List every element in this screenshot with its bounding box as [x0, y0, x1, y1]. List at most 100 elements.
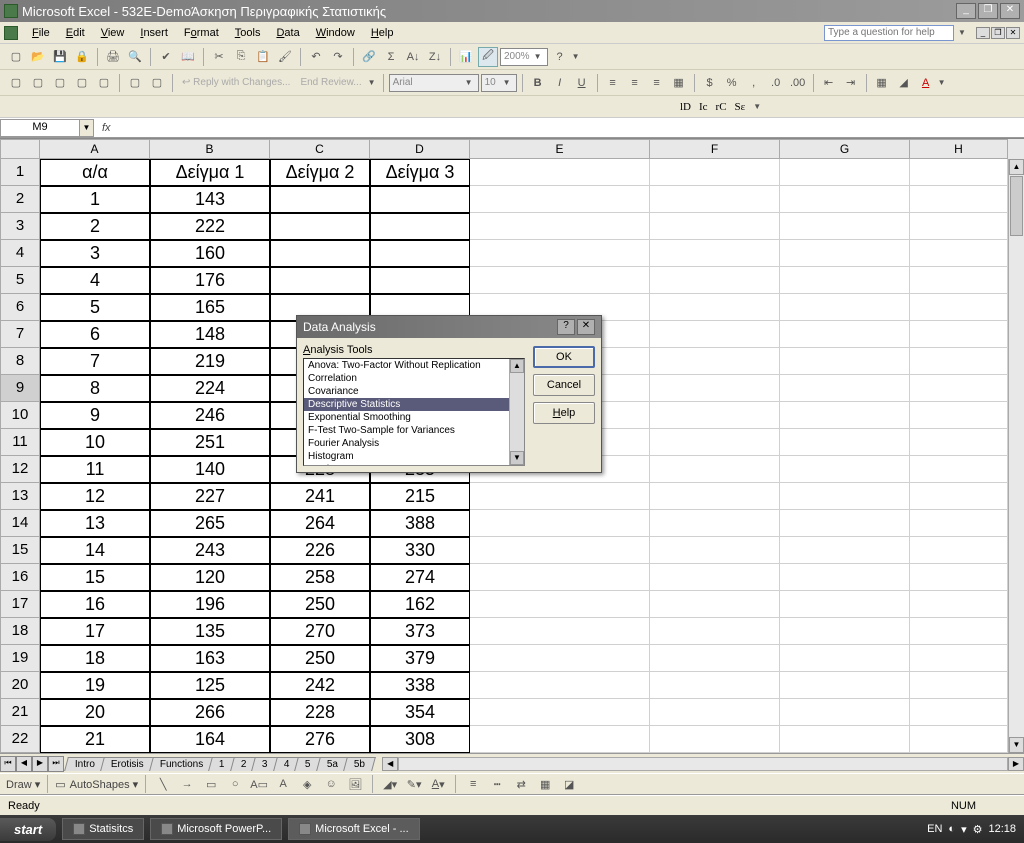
cell[interactable] [650, 591, 780, 618]
shadow-button[interactable]: ▦ [535, 774, 555, 794]
column-header-E[interactable]: E [470, 139, 650, 159]
column-header-F[interactable]: F [650, 139, 780, 159]
tab-last-button[interactable]: ⏭ [48, 756, 64, 772]
cell[interactable]: 330 [370, 537, 470, 564]
end-review-button[interactable]: End Review... [300, 77, 361, 88]
column-header-A[interactable]: A [40, 139, 150, 159]
analysis-tool-item[interactable]: Exponential Smoothing [304, 411, 524, 424]
cell[interactable] [470, 672, 650, 699]
cell[interactable] [910, 159, 1008, 186]
cell[interactable]: 125 [150, 672, 270, 699]
list-scroll-down[interactable]: ▼ [510, 451, 524, 465]
cell[interactable]: 276 [270, 726, 370, 753]
row-header[interactable]: 22 [0, 726, 40, 753]
cell[interactable] [370, 213, 470, 240]
cell[interactable] [470, 159, 650, 186]
cell[interactable]: 1 [40, 186, 150, 213]
cell[interactable] [780, 699, 910, 726]
doc-close-button[interactable]: ✕ [1006, 27, 1020, 39]
row-header[interactable]: 9 [0, 375, 40, 402]
minimize-button[interactable]: _ [956, 3, 976, 19]
cell[interactable]: 140 [150, 456, 270, 483]
cell[interactable] [910, 456, 1008, 483]
cell[interactable] [270, 267, 370, 294]
cell[interactable] [650, 456, 780, 483]
cell[interactable] [650, 645, 780, 672]
font-color-draw-button[interactable]: A▾ [428, 774, 448, 794]
cell[interactable]: 266 [150, 699, 270, 726]
tb3-ic[interactable]: Ic [699, 101, 708, 113]
cell[interactable] [910, 240, 1008, 267]
horizontal-scrollbar[interactable]: ◀ ▶ [382, 757, 1024, 771]
maximize-button[interactable]: ❐ [978, 3, 998, 19]
row-header[interactable]: 7 [0, 321, 40, 348]
cell[interactable] [780, 618, 910, 645]
toolbar-options-icon[interactable]: ▼ [572, 52, 582, 61]
cell[interactable] [270, 186, 370, 213]
3d-button[interactable]: ◪ [559, 774, 579, 794]
column-header-B[interactable]: B [150, 139, 270, 159]
tray-icon-3[interactable]: ⚙ [973, 823, 983, 836]
menu-format[interactable]: Format [176, 25, 227, 41]
open-button[interactable]: 📂 [28, 47, 48, 67]
reply-changes-button[interactable]: ↩ Reply with Changes... [182, 77, 290, 88]
cell[interactable] [910, 591, 1008, 618]
dialog-help-button[interactable]: ? [557, 319, 575, 335]
help-dropdown-icon[interactable]: ▼ [958, 28, 968, 37]
drawing-button[interactable]: 🖉 [478, 47, 498, 67]
tab-next-button[interactable]: ▶ [32, 756, 48, 772]
currency-button[interactable]: $ [700, 73, 720, 93]
row-header[interactable]: 1 [0, 159, 40, 186]
menu-view[interactable]: View [93, 25, 133, 41]
taskbar-item[interactable]: Statisitcs [62, 818, 144, 840]
cell[interactable] [470, 240, 650, 267]
name-box-dropdown[interactable]: ▼ [80, 119, 94, 137]
analysis-tool-item[interactable]: Fourier Analysis [304, 437, 524, 450]
redo-button[interactable]: ↷ [328, 47, 348, 67]
tb3-ld[interactable]: lD [680, 101, 691, 113]
cell[interactable]: 5 [40, 294, 150, 321]
diagram-button[interactable]: ◈ [297, 774, 317, 794]
cell[interactable] [910, 672, 1008, 699]
autosum-button[interactable]: Σ [381, 47, 401, 67]
close-button[interactable]: ✕ [1000, 3, 1020, 19]
cell[interactable] [910, 726, 1008, 753]
cell[interactable] [470, 186, 650, 213]
increase-decimal-button[interactable]: .0 [766, 73, 786, 93]
cell[interactable] [650, 159, 780, 186]
cell[interactable]: Δείγμα 2 [270, 159, 370, 186]
cell[interactable]: 7 [40, 348, 150, 375]
cell[interactable] [910, 348, 1008, 375]
zoom-combo[interactable]: 200%▼ [500, 48, 548, 66]
sort-asc-button[interactable]: A↓ [403, 47, 423, 67]
cell[interactable]: 196 [150, 591, 270, 618]
fx-button[interactable]: fx [94, 122, 119, 134]
dash-style-button[interactable]: ┅ [487, 774, 507, 794]
column-header-G[interactable]: G [780, 139, 910, 159]
row-header[interactable]: 21 [0, 699, 40, 726]
cell[interactable] [910, 186, 1008, 213]
cell[interactable] [910, 267, 1008, 294]
cell[interactable]: 14 [40, 537, 150, 564]
cell[interactable]: Δείγμα 1 [150, 159, 270, 186]
row-header[interactable]: 20 [0, 672, 40, 699]
tb3-sc[interactable]: Sε [735, 101, 746, 113]
research-button[interactable]: 📖 [178, 47, 198, 67]
dialog-help-btn[interactable]: Help [533, 402, 595, 424]
cell[interactable] [910, 564, 1008, 591]
cell[interactable]: 338 [370, 672, 470, 699]
format-painter-button[interactable]: 🖌 [275, 47, 295, 67]
analysis-tools-list[interactable]: Anova: Two-Factor Without ReplicationCor… [303, 358, 525, 466]
cell[interactable] [650, 375, 780, 402]
decrease-decimal-button[interactable]: .00 [788, 73, 808, 93]
lang-indicator[interactable]: EN [927, 823, 942, 835]
permission-button[interactable]: 🔒 [72, 47, 92, 67]
ok-button[interactable]: OK [533, 346, 595, 368]
tb3-rc[interactable]: rC [716, 101, 727, 113]
cell[interactable]: Δείγμα 3 [370, 159, 470, 186]
cell[interactable]: 274 [370, 564, 470, 591]
print-button[interactable]: 🖨 [103, 47, 123, 67]
cell[interactable] [650, 429, 780, 456]
cell[interactable]: 17 [40, 618, 150, 645]
cell[interactable]: 226 [270, 537, 370, 564]
